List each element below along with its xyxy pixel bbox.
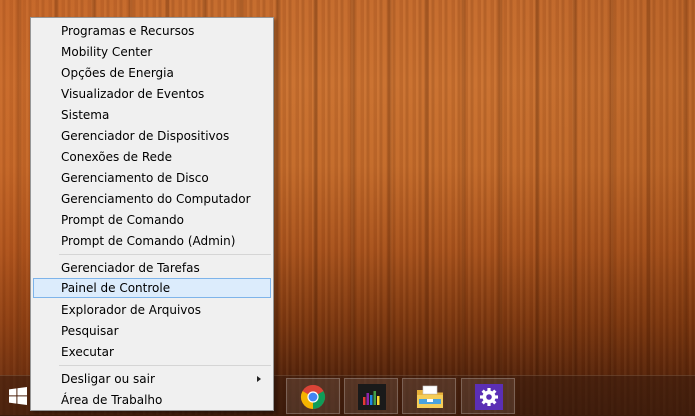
menu-item-programas-e-recursos[interactable]: Programas e Recursos bbox=[33, 21, 271, 41]
music-app-icon bbox=[358, 384, 386, 410]
taskbar-chrome-button[interactable] bbox=[286, 378, 340, 414]
menu-item-explorador-de-arquivos[interactable]: Explorador de Arquivos bbox=[33, 300, 271, 320]
menu-item-desligar-ou-sair[interactable]: Desligar ou sair bbox=[33, 369, 271, 389]
menu-item-gerenciamento-de-disco[interactable]: Gerenciamento de Disco bbox=[33, 168, 271, 188]
taskbar-music-button[interactable] bbox=[344, 378, 398, 414]
taskbar-explorer-button[interactable] bbox=[402, 378, 456, 414]
menu-item-gerenciador-de-dispositivos[interactable]: Gerenciador de Dispositivos bbox=[33, 126, 271, 146]
menu-item-area-de-trabalho[interactable]: Área de Trabalho bbox=[33, 390, 271, 410]
menu-item-visualizador-de-eventos[interactable]: Visualizador de Eventos bbox=[33, 84, 271, 104]
settings-icon bbox=[475, 384, 503, 410]
menu-separator bbox=[59, 254, 271, 255]
menu-item-prompt-de-comando[interactable]: Prompt de Comando bbox=[33, 210, 271, 230]
menu-item-painel-de-controle[interactable]: Painel de Controle bbox=[33, 278, 271, 298]
menu-item-conexoes-de-rede[interactable]: Conexões de Rede bbox=[33, 147, 271, 167]
file-explorer-icon bbox=[417, 385, 443, 408]
chrome-icon bbox=[300, 384, 326, 409]
menu-item-mobility-center[interactable]: Mobility Center bbox=[33, 42, 271, 62]
menu-separator bbox=[59, 365, 271, 366]
menu-item-executar[interactable]: Executar bbox=[33, 342, 271, 362]
menu-item-gerenciamento-do-computador[interactable]: Gerenciamento do Computador bbox=[33, 189, 271, 209]
submenu-arrow-icon bbox=[257, 376, 261, 382]
menu-item-gerenciador-de-tarefas[interactable]: Gerenciador de Tarefas bbox=[33, 258, 271, 278]
taskbar-settings-button[interactable] bbox=[461, 378, 515, 414]
menu-item-sistema[interactable]: Sistema bbox=[33, 105, 271, 125]
menu-item-prompt-de-comando-admin[interactable]: Prompt de Comando (Admin) bbox=[33, 231, 271, 251]
menu-item-label: Desligar ou sair bbox=[61, 372, 155, 386]
menu-item-opcoes-de-energia[interactable]: Opções de Energia bbox=[33, 63, 271, 83]
windows-logo-icon bbox=[9, 387, 27, 405]
menu-item-pesquisar[interactable]: Pesquisar bbox=[33, 321, 271, 341]
power-user-context-menu: Programas e Recursos Mobility Center Opç… bbox=[30, 17, 274, 411]
